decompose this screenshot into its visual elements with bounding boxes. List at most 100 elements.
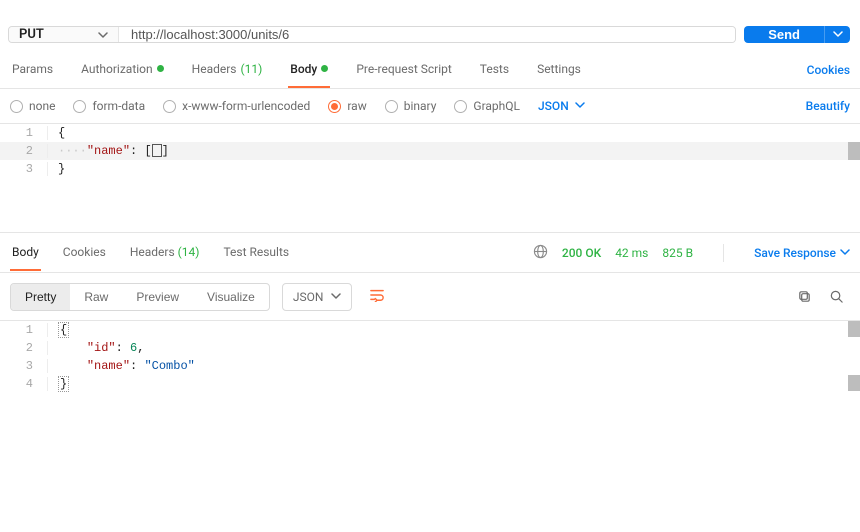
code-text: } — [58, 162, 65, 176]
body-type-binary-label: binary — [404, 99, 437, 113]
body-type-row: none form-data x-www-form-urlencoded raw… — [0, 89, 860, 123]
code-text: "name" — [87, 359, 130, 373]
radio-icon — [385, 100, 398, 113]
copy-response-button[interactable] — [790, 283, 818, 311]
request-tabs: Params Authorization Headers (11) Body P… — [0, 51, 860, 89]
response-view-mode: Pretty Raw Preview Visualize — [10, 283, 270, 311]
tab-settings[interactable]: Settings — [535, 52, 583, 88]
response-tab-cookies[interactable]: Cookies — [61, 235, 108, 271]
line-number: 3 — [0, 162, 48, 176]
chevron-down-icon — [833, 27, 843, 42]
tab-body-label: Body — [290, 62, 317, 76]
save-response-button[interactable]: Save Response — [754, 246, 850, 260]
cookies-link[interactable]: Cookies — [807, 63, 850, 77]
body-type-graphql[interactable]: GraphQL — [454, 99, 520, 113]
response-tab-headers-label: Headers — [130, 245, 175, 259]
body-type-binary[interactable]: binary — [385, 99, 437, 113]
radio-icon — [163, 100, 176, 113]
beautify-link[interactable]: Beautify — [806, 99, 850, 113]
body-type-none-label: none — [29, 99, 55, 113]
line-wrap-button[interactable] — [362, 281, 392, 312]
view-visualize-button[interactable]: Visualize — [193, 284, 269, 310]
tab-pre-request-label: Pre-request Script — [356, 62, 451, 76]
chevron-down-icon — [575, 99, 585, 113]
body-type-form-data-label: form-data — [92, 99, 145, 113]
body-type-raw-label: raw — [347, 99, 366, 113]
request-body-editor[interactable]: 1 { 2 ····"name": [] 3 } — [0, 123, 860, 233]
radio-icon — [454, 100, 467, 113]
tab-headers-count: (11) — [241, 62, 263, 76]
http-method-select[interactable]: PUT — [9, 27, 119, 42]
tab-headers-label: Headers — [192, 62, 237, 76]
chevron-down-icon — [840, 246, 850, 260]
body-type-urlencoded-label: x-www-form-urlencoded — [182, 99, 310, 113]
radio-icon — [10, 100, 23, 113]
globe-icon[interactable] — [533, 244, 548, 262]
line-number: 2 — [0, 144, 48, 158]
code-text: ] — [162, 144, 169, 158]
scrollbar-marker-icon — [848, 321, 860, 337]
code-text: { — [58, 322, 69, 338]
body-type-none[interactable]: none — [10, 99, 55, 113]
radio-icon — [328, 100, 341, 113]
tab-settings-label: Settings — [537, 62, 581, 76]
line-number: 2 — [0, 341, 48, 355]
line-number: 1 — [0, 126, 48, 140]
body-type-form-data[interactable]: form-data — [73, 99, 145, 113]
tab-authorization[interactable]: Authorization — [79, 52, 166, 88]
tab-headers[interactable]: Headers (11) — [190, 52, 265, 88]
response-language-label: JSON — [293, 290, 324, 304]
body-language-label: JSON — [538, 99, 569, 113]
tab-body[interactable]: Body — [288, 52, 330, 88]
send-dropdown-button[interactable] — [824, 26, 850, 43]
tab-tests-label: Tests — [480, 62, 509, 76]
tab-authorization-label: Authorization — [81, 62, 153, 76]
code-text: } — [58, 376, 69, 392]
send-button[interactable]: Send — [744, 26, 824, 43]
method-url-bar: PUT — [8, 26, 736, 43]
scrollbar-marker-icon — [848, 142, 860, 160]
search-response-button[interactable] — [822, 283, 850, 311]
tab-pre-request-script[interactable]: Pre-request Script — [354, 52, 453, 88]
body-type-graphql-label: GraphQL — [473, 99, 520, 113]
response-status-code: 200 OK — [562, 246, 601, 260]
request-url-input[interactable] — [119, 27, 735, 42]
code-text: ···· — [58, 144, 87, 158]
body-type-urlencoded[interactable]: x-www-form-urlencoded — [163, 99, 310, 113]
line-number: 4 — [0, 377, 48, 391]
code-text: [ — [144, 144, 151, 158]
body-type-raw[interactable]: raw — [328, 99, 366, 113]
radio-icon — [73, 100, 86, 113]
response-toolbar: Pretty Raw Preview Visualize JSON — [0, 273, 860, 321]
tab-params-label: Params — [12, 62, 53, 76]
view-preview-button[interactable]: Preview — [122, 284, 193, 310]
scrollbar-marker-icon — [848, 375, 860, 391]
save-response-label: Save Response — [754, 246, 836, 260]
view-raw-button[interactable]: Raw — [70, 284, 122, 310]
status-dot-icon — [157, 65, 164, 72]
status-dot-icon — [321, 65, 328, 72]
code-text: "Combo" — [144, 359, 194, 373]
tab-params[interactable]: Params — [10, 52, 55, 88]
response-tab-headers[interactable]: Headers (14) — [128, 235, 202, 271]
body-language-select[interactable]: JSON — [538, 99, 585, 113]
code-text: { — [58, 126, 65, 140]
response-size: 825 B — [662, 246, 693, 260]
code-text: "name" — [87, 144, 130, 158]
line-number: 1 — [0, 323, 48, 337]
response-tab-test-results[interactable]: Test Results — [221, 235, 291, 271]
tab-tests[interactable]: Tests — [478, 52, 511, 88]
code-text: "id" — [87, 341, 116, 355]
http-method-label: PUT — [19, 27, 44, 42]
response-language-select[interactable]: JSON — [282, 283, 353, 311]
code-text: : — [130, 144, 144, 158]
response-time: 42 ms — [615, 246, 648, 260]
chevron-down-icon — [98, 30, 108, 40]
line-number: 3 — [0, 359, 48, 373]
response-tabs: Body Cookies Headers (14) Test Results 2… — [0, 233, 860, 273]
chevron-down-icon — [331, 290, 341, 304]
response-body-editor[interactable]: 1 { 2 "id": 6, 3 "name": "Combo" 4 } — [0, 321, 860, 441]
response-tab-headers-count: (14) — [178, 245, 200, 259]
view-pretty-button[interactable]: Pretty — [11, 284, 70, 310]
response-tab-body[interactable]: Body — [10, 235, 41, 271]
